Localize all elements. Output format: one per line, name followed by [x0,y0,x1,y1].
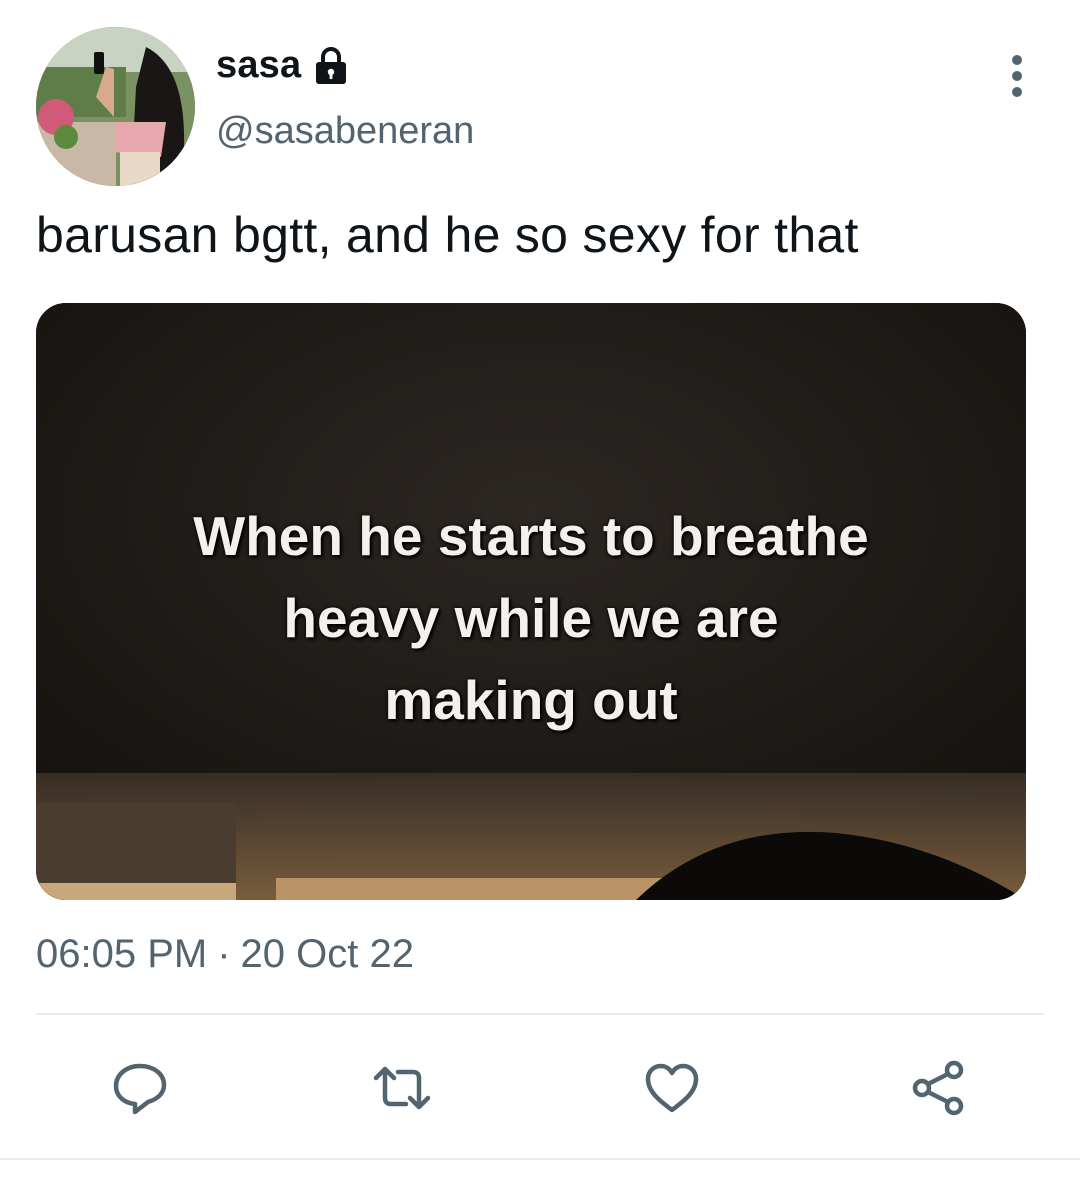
like-icon [645,1063,699,1113]
media-caption-line: making out [384,669,678,731]
separator: · [217,932,231,976]
avatar-photo [36,27,195,186]
share-button[interactable] [906,1056,970,1120]
avatar[interactable] [36,27,195,186]
display-name-row: sasa [216,44,351,87]
tweet-text: barusan bgtt, and he so sexy for that [36,207,859,263]
reply-icon [113,1063,167,1115]
like-button[interactable] [640,1056,704,1120]
bottom-border [0,1158,1080,1160]
divider [36,1013,1044,1015]
lock-icon [311,46,351,86]
retweet-icon [373,1066,431,1110]
display-name[interactable]: sasa [216,44,301,87]
tweet-time: 06:05 PM [36,932,208,976]
share-icon [912,1060,964,1116]
media-caption: When he starts to breathe heavy while we… [36,495,1026,741]
handle[interactable]: @sasabeneran [216,110,474,153]
more-options-icon[interactable] [1000,52,1034,102]
retweet-button[interactable] [370,1056,434,1120]
media-caption-line: When he starts to breathe [193,505,869,567]
media-caption-line: heavy while we are [283,587,779,649]
tweet-media[interactable]: When he starts to breathe heavy while we… [36,303,1026,900]
reply-button[interactable] [108,1056,172,1120]
timestamp[interactable]: 06:05 PM · 20 Oct 22 [36,932,414,977]
tweet: sasa @sasabeneran barusan bgtt, and he s… [0,0,1080,1178]
tweet-date: 20 Oct 22 [240,932,414,976]
